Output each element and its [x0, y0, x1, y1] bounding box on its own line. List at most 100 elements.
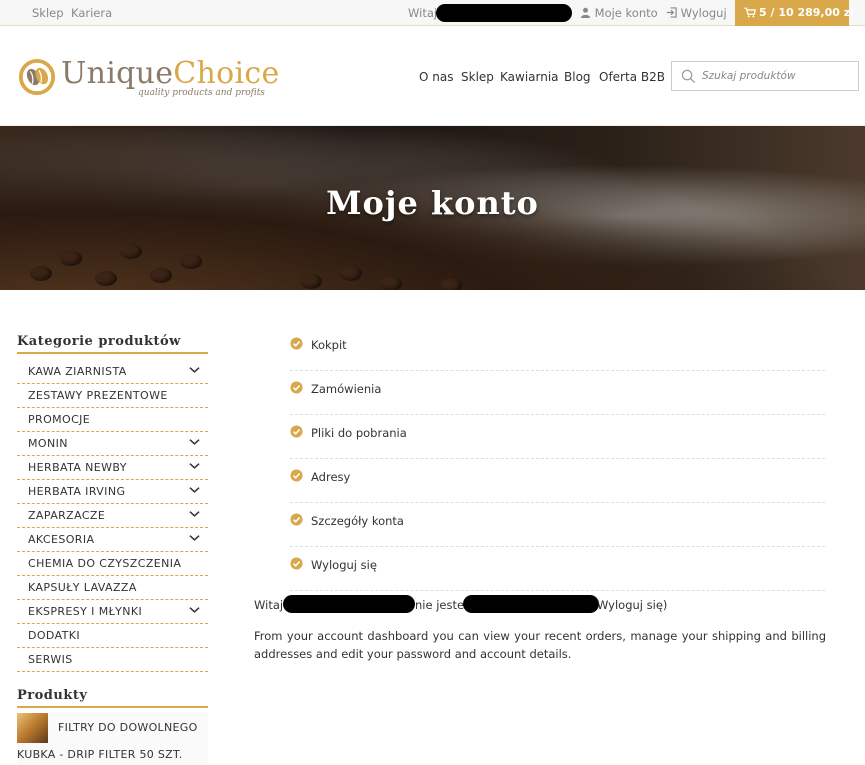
redacted-username	[463, 595, 599, 613]
logout-icon	[666, 7, 677, 18]
account-menu-item[interactable]: Adresy	[290, 459, 825, 503]
chevron-down-icon[interactable]	[189, 606, 200, 614]
check-circle-icon	[290, 381, 303, 394]
dashboard-description: From your account dashboard you can view…	[254, 629, 826, 661]
search-input[interactable]	[702, 67, 852, 85]
banner-bean	[180, 254, 202, 269]
product-item[interactable]: FILTRY DO DOWOLNEGO KUBKA - DRIP FILTER …	[17, 713, 208, 765]
product-name-line2: KUBKA - DRIP FILTER 50 SZT.	[17, 748, 183, 761]
account-menu-label: Szczegóły konta	[311, 514, 404, 528]
chevron-down-icon[interactable]	[189, 534, 200, 542]
top-link-shop[interactable]: Sklep	[32, 6, 64, 20]
category-label: ZESTAWY PREZENTOWE	[28, 389, 168, 402]
chevron-down-icon[interactable]	[189, 510, 200, 518]
logo-text-unique: Unique	[61, 56, 174, 91]
logo-coffee-bean-icon	[18, 58, 56, 96]
product-thumbnail[interactable]	[17, 713, 48, 743]
check-circle-icon	[290, 557, 303, 570]
category-item[interactable]: ZESTAWY PREZENTOWE	[17, 384, 208, 408]
user-icon	[580, 7, 591, 18]
page-title: Moje konto	[326, 184, 539, 222]
account-menu-item[interactable]: Szczegóły konta	[290, 503, 825, 547]
cart-summary: 5 / 10 289,00 zł	[759, 6, 855, 19]
category-item[interactable]: HERBATA NEWBY	[17, 456, 208, 480]
my-account-link[interactable]: Moje konto	[580, 6, 658, 20]
nav-item-o-nas[interactable]: O nas	[419, 70, 453, 84]
category-label: ZAPARZACZE	[28, 509, 106, 522]
chevron-down-icon[interactable]	[189, 462, 200, 470]
account-menu-item[interactable]: Zamówienia	[290, 371, 825, 415]
category-item[interactable]: AKCESORIA	[17, 528, 208, 552]
logout-link[interactable]: Wyloguj	[666, 6, 727, 20]
account-menu-label: Zamówienia	[311, 382, 382, 396]
check-circle-icon	[290, 337, 303, 350]
category-label: KAPSUŁY LAVAZZA	[28, 581, 137, 594]
category-label: HERBATA NEWBY	[28, 461, 127, 474]
check-circle-icon	[290, 513, 303, 526]
welcome-logout-link[interactable]: Wyloguj się)	[597, 598, 667, 612]
category-label: KAWA ZIARNISTA	[28, 365, 127, 378]
account-menu-item[interactable]: Pliki do pobrania	[290, 415, 825, 459]
logo-text: UniqueChoice	[61, 56, 280, 91]
top-greeting: Witaj	[408, 6, 438, 20]
chevron-down-icon[interactable]	[189, 438, 200, 446]
category-item[interactable]: KAPSUŁY LAVAZZA	[17, 576, 208, 600]
banner-bean	[150, 268, 172, 283]
category-list: KAWA ZIARNISTA ZESTAWY PREZENTOWE PROMOCJE…	[17, 360, 208, 672]
welcome-prefix: Witaj	[254, 598, 284, 612]
category-item[interactable]: PROMOCJE	[17, 408, 208, 432]
cart-button[interactable]: 5 / 10 289,00 zł	[735, 0, 854, 26]
account-navigation: Kokpit Zamówienia Pliki do pobrania Adresy S…	[290, 327, 825, 591]
my-account-label: Moje konto	[594, 6, 658, 20]
page-banner: Moje konto	[0, 126, 865, 290]
products-title: Produkty	[17, 688, 208, 708]
category-item[interactable]: ZAPARZACZE	[17, 504, 208, 528]
banner-bean	[120, 244, 142, 259]
account-menu-label: Wyloguj się	[311, 558, 377, 572]
site-header: UniqueChoice quality products and profit…	[0, 26, 865, 126]
category-item[interactable]: MONIN	[17, 432, 208, 456]
search-icon[interactable]	[681, 69, 696, 84]
logo[interactable]: UniqueChoice quality products and profit…	[18, 56, 288, 100]
redacted-username	[436, 4, 572, 22]
chevron-down-icon[interactable]	[189, 366, 200, 374]
check-circle-icon	[290, 425, 303, 438]
category-label: MONIN	[28, 437, 68, 450]
account-menu-label: Pliki do pobrania	[311, 426, 407, 440]
check-circle-icon	[290, 469, 303, 482]
account-menu-label: Adresy	[311, 470, 351, 484]
category-item[interactable]: HERBATA IRVING	[17, 480, 208, 504]
cart-icon	[744, 7, 756, 18]
banner-bean	[380, 276, 402, 290]
banner-bean	[60, 251, 82, 266]
chevron-down-icon[interactable]	[189, 486, 200, 494]
category-label: SERWIS	[28, 653, 73, 666]
redacted-username	[283, 595, 415, 613]
banner-bean	[300, 274, 322, 289]
logo-text-choice: Choice	[173, 56, 280, 91]
nav-item-oferta-b2b[interactable]: Oferta B2B	[599, 70, 665, 84]
nav-item-sklep[interactable]: Sklep	[461, 70, 494, 84]
top-bar: Sklep Kariera Witaj Moje konto Wyloguj 5…	[0, 0, 865, 26]
category-item[interactable]: EKSPRESY I MŁYNKI	[17, 600, 208, 624]
product-name-line1: FILTRY DO DOWOLNEGO	[58, 721, 198, 734]
account-menu-item[interactable]: Wyloguj się	[290, 547, 825, 591]
category-item[interactable]: CHEMIA DO CZYSZCZENIA	[17, 552, 208, 576]
category-item[interactable]: KAWA ZIARNISTA	[17, 360, 208, 384]
category-label: HERBATA IRVING	[28, 485, 126, 498]
welcome-message: Witaj	[254, 598, 283, 612]
logout-label: Wyloguj	[680, 6, 727, 20]
category-item[interactable]: SERWIS	[17, 648, 208, 672]
banner-bean	[95, 271, 117, 286]
nav-item-blog[interactable]: Blog	[564, 70, 591, 84]
nav-item-kawiarnia[interactable]: Kawiarnia	[500, 70, 559, 84]
category-label: EKSPRESY I MŁYNKI	[28, 605, 143, 618]
category-label: CHEMIA DO CZYSZCZENIA	[28, 557, 182, 570]
account-menu-label: Kokpit	[311, 338, 347, 352]
categories-title: Kategorie produktów	[17, 334, 208, 354]
category-item[interactable]: DODATKI	[17, 624, 208, 648]
category-label: PROMOCJE	[28, 413, 91, 426]
category-label: AKCESORIA	[28, 533, 95, 546]
top-link-career[interactable]: Kariera	[71, 6, 112, 20]
account-menu-item[interactable]: Kokpit	[290, 327, 825, 371]
